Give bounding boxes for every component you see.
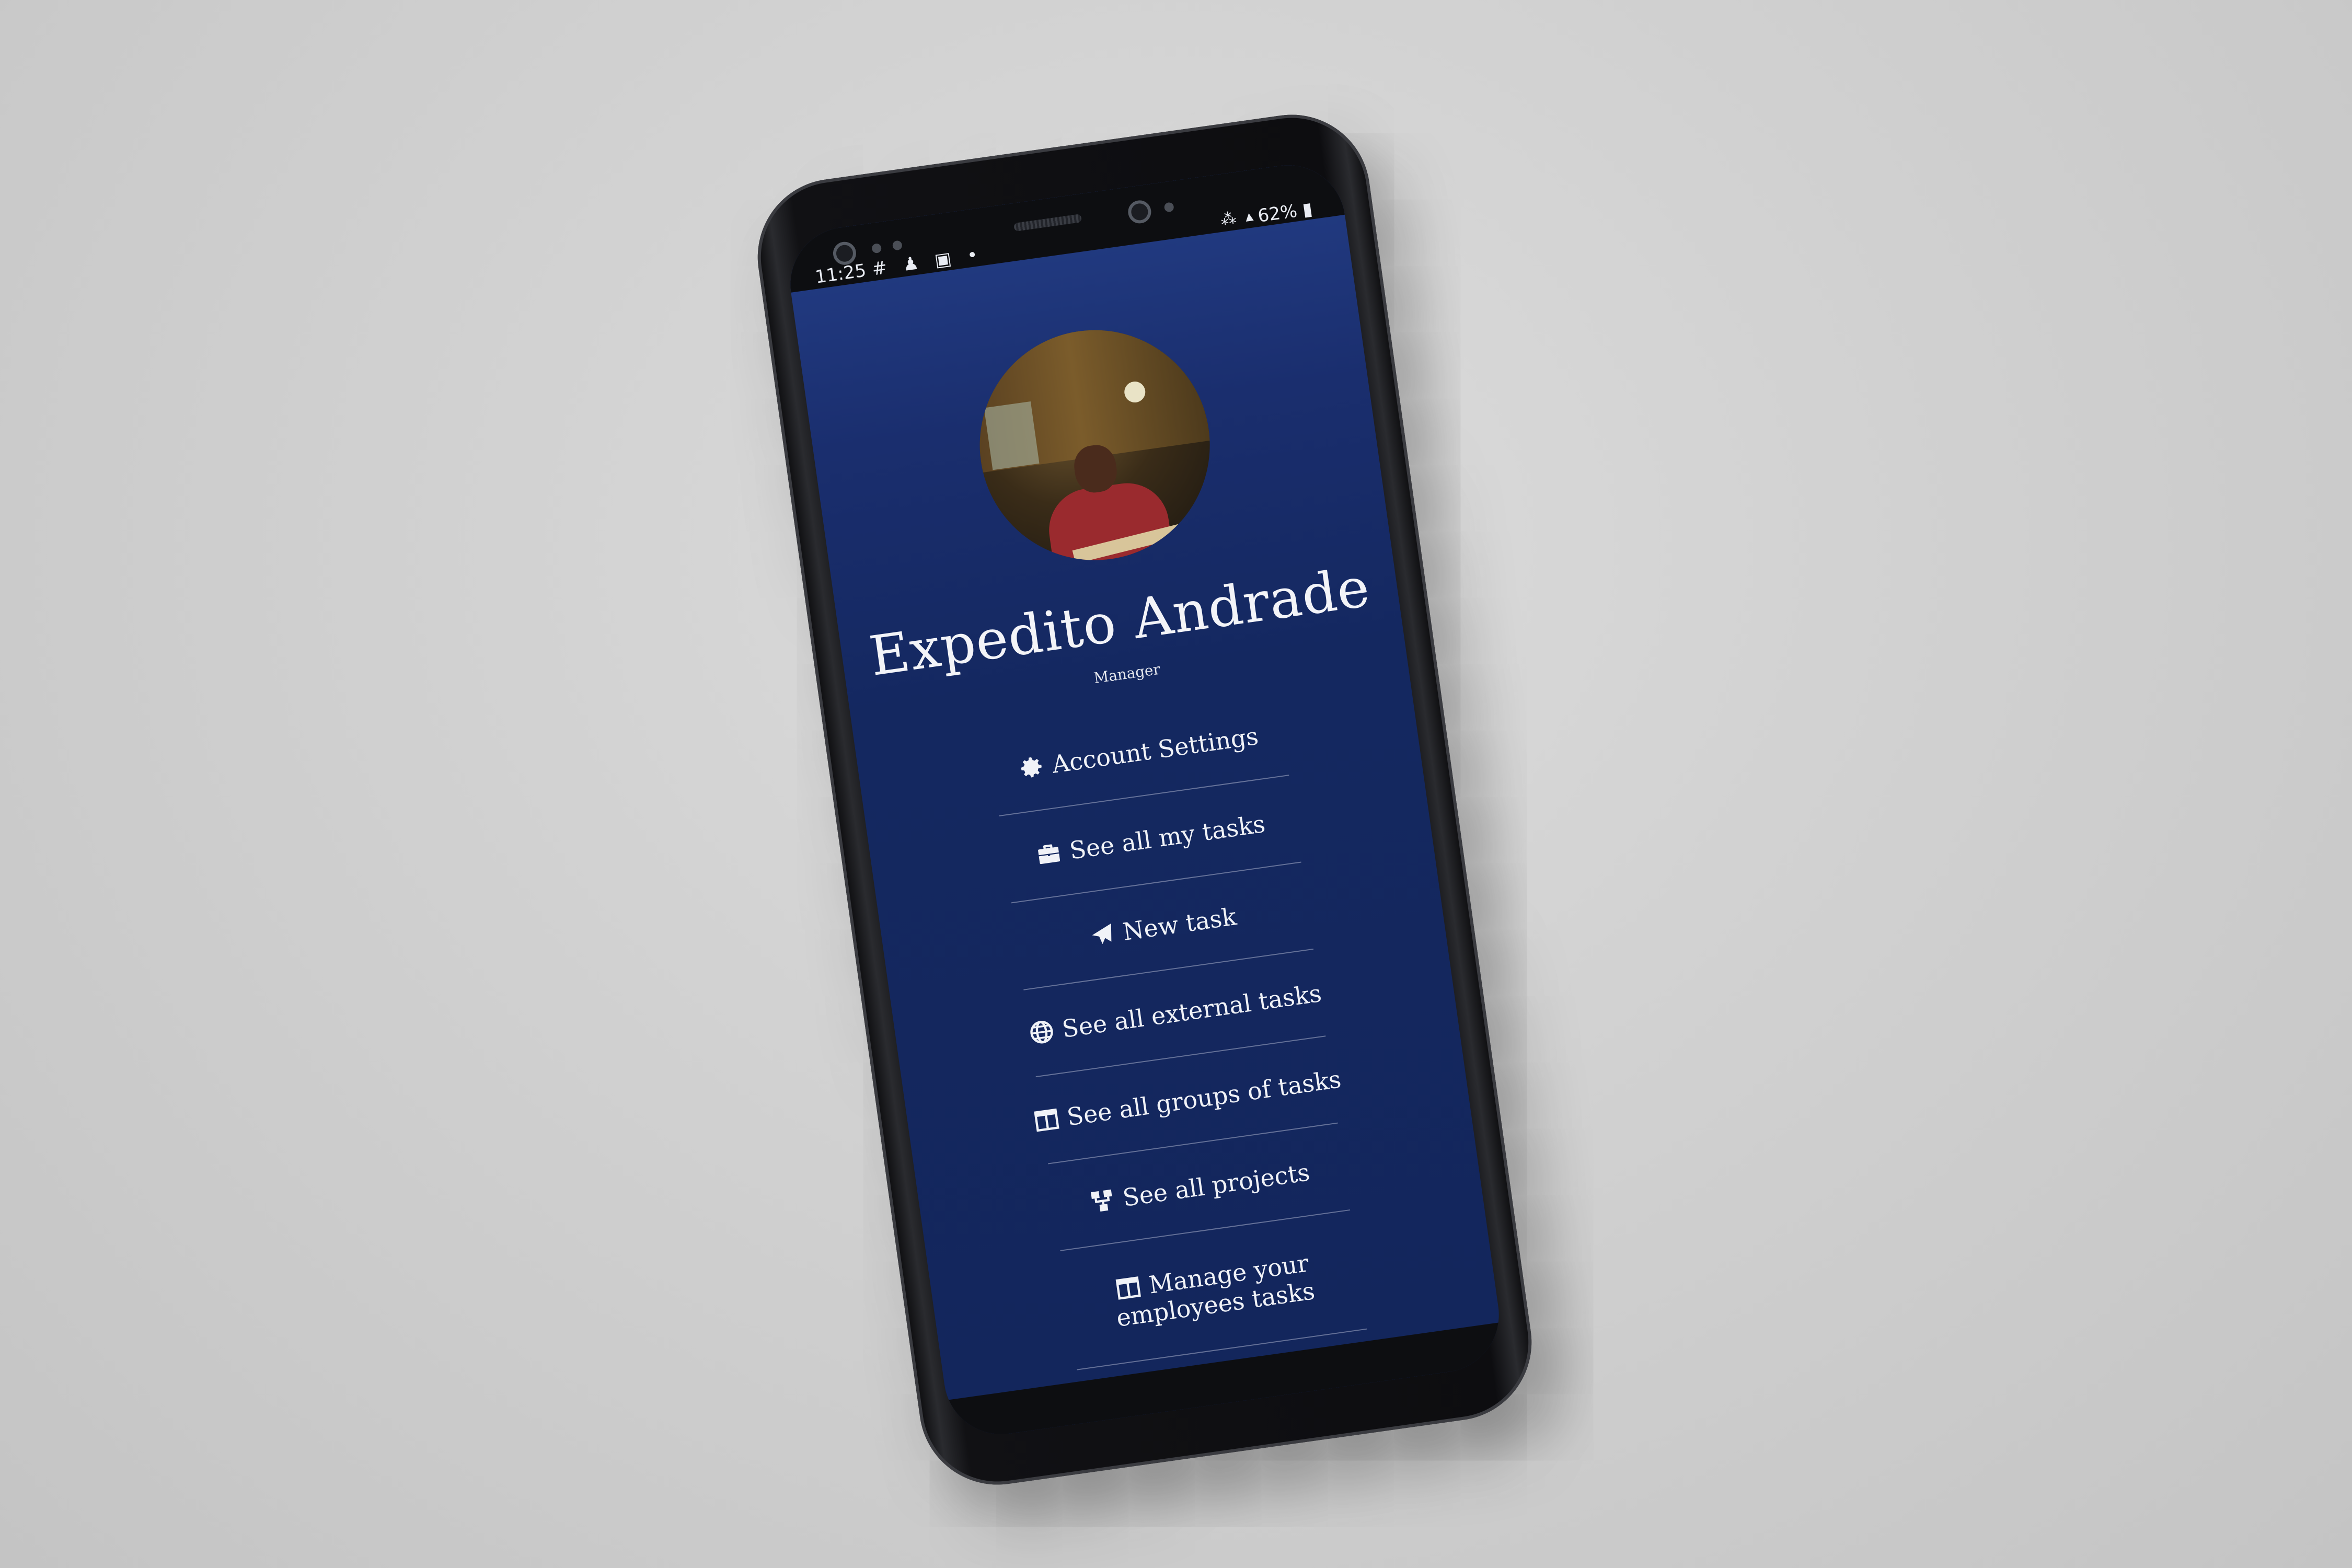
avatar[interactable] [965, 315, 1225, 575]
gear-icon [1021, 757, 1042, 778]
sensor-dot [871, 243, 882, 254]
status-time: 11:25 [814, 260, 868, 288]
signal-icon: ⁂ ▴ [1219, 206, 1256, 229]
battery-indicator: 62% ▮ [1256, 198, 1314, 227]
phone-mockup: 11:25 # ♟ ▣ • ⁂ ▴ 62% ▮ Expedito Andrade… [747, 105, 1542, 1495]
menu-item-label: See all projects [1121, 1158, 1312, 1212]
menu-item-label: Account Settings [1050, 721, 1260, 779]
briefcase-icon [1038, 844, 1060, 864]
menu-item-label: See all groups of tasks [1065, 1065, 1343, 1132]
globe-icon [1030, 1021, 1053, 1044]
paper-plane-icon [1092, 923, 1111, 944]
columns-icon [1033, 1108, 1059, 1132]
sitemap-icon [1090, 1189, 1112, 1212]
main-menu: Account Settings See all my tasks New ta… [855, 670, 1499, 1389]
sensor-dot [892, 240, 903, 251]
menu-item-label: See all my tasks [1067, 809, 1267, 865]
menu-item-label: New task [1121, 902, 1238, 946]
app-screen: 11:25 # ♟ ▣ • ⁂ ▴ 62% ▮ Expedito Andrade… [783, 157, 1506, 1442]
columns-icon [1115, 1276, 1141, 1300]
menu-item-label: See all external tasks [1060, 978, 1323, 1043]
sensor-dot [1163, 202, 1174, 213]
